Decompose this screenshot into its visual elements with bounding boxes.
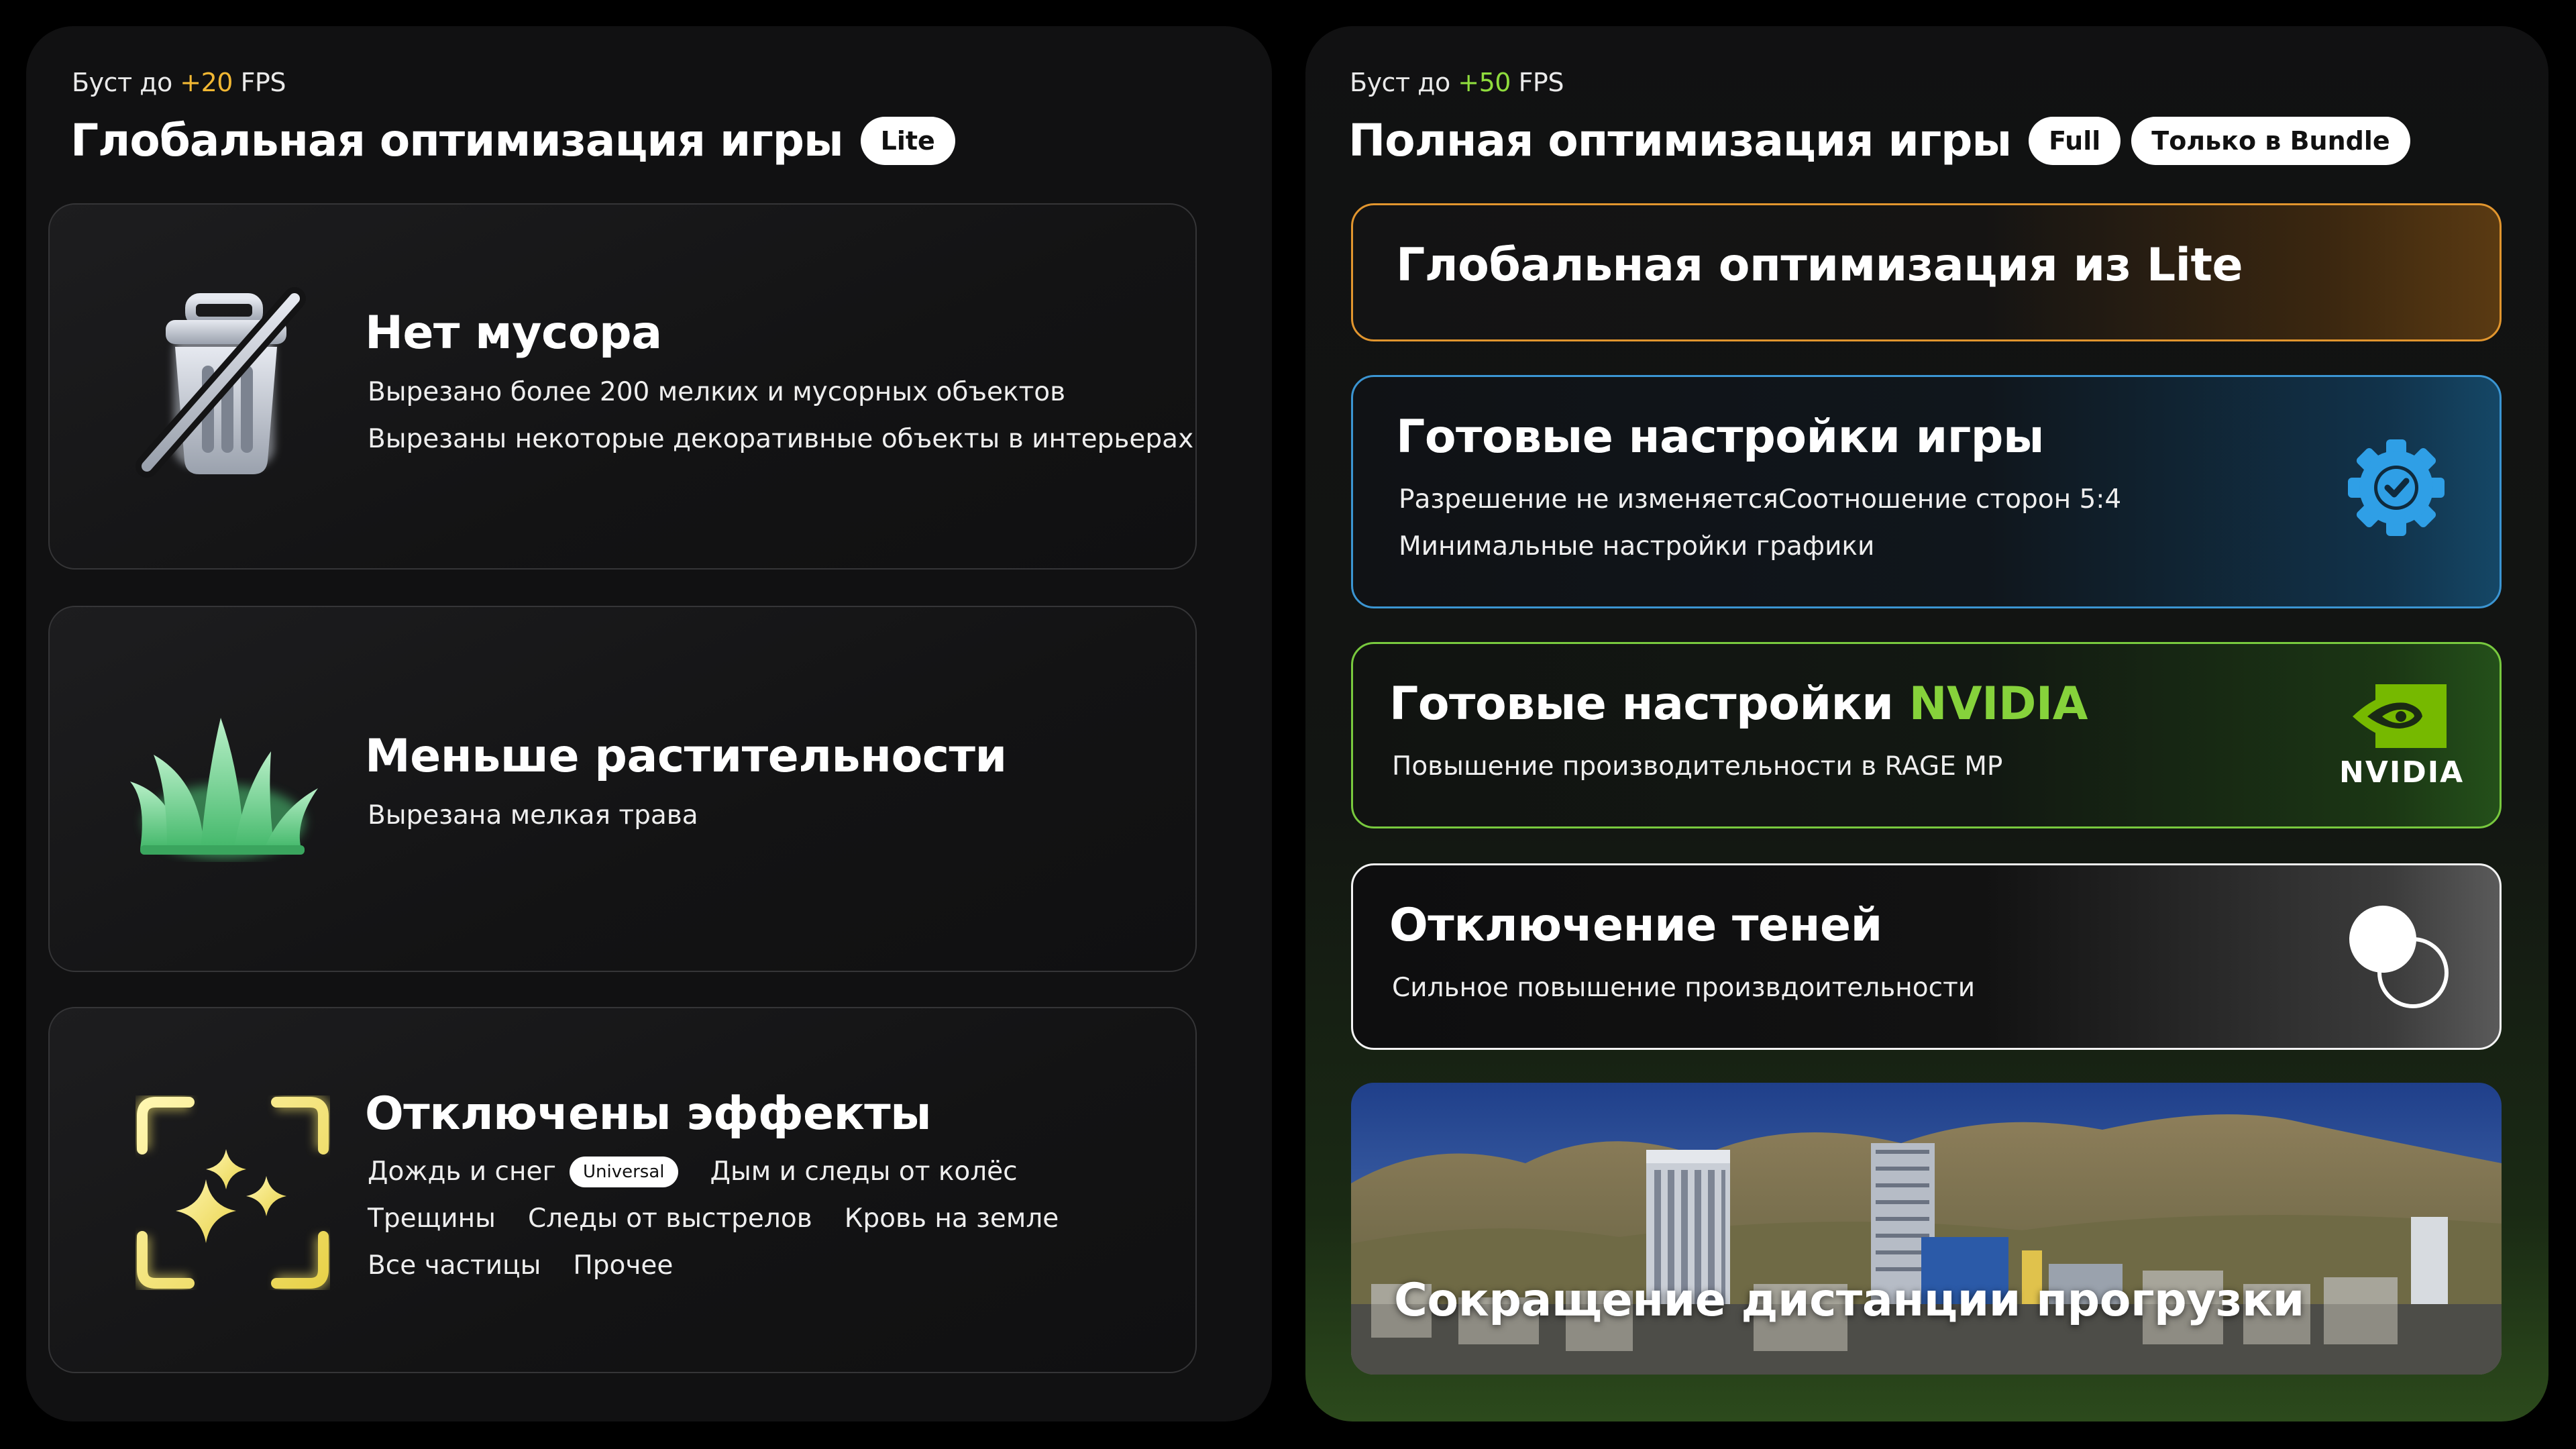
effect-tag: Прочее — [573, 1250, 674, 1281]
card-effects-disabled: Отключены эффекты Дождь и снег Universal… — [48, 1007, 1197, 1373]
boost-value: +50 — [1458, 68, 1511, 97]
card-title: Меньше растительности — [365, 730, 1007, 783]
card-line: Повышение производительности в RAGE MP — [1392, 751, 2003, 782]
card-line: Разрешение не изменяется — [1399, 484, 1778, 515]
effect-tag: Кровь на земле — [844, 1203, 1059, 1234]
panel-title: Глобальная оптимизация игры Lite — [70, 115, 955, 166]
effect-tag: Все частицы — [368, 1250, 541, 1281]
card-title: Глобальная оптимизация из Lite — [1396, 239, 2243, 292]
effect-tag: Дождь и снег Universal — [368, 1156, 678, 1188]
boost-value: +20 — [180, 68, 233, 97]
lite-badge: Lite — [860, 116, 955, 165]
card-title: Нет мусора — [365, 307, 662, 360]
nvidia-wordmark: NVIDIA — [2339, 755, 2465, 790]
card-line: Минимальные настройки графики — [1399, 531, 1875, 561]
grass-icon — [127, 714, 321, 865]
card-game-presets: Готовые настройки игры Разрешение не изм… — [1351, 375, 2502, 608]
effect-tag: Дым и следы от колёс — [710, 1157, 1018, 1187]
effects-tag-list: Дождь и снег Universal Дым и следы от ко… — [368, 1156, 1173, 1282]
card-line: Вырезана мелкая трава — [368, 800, 698, 830]
card-line: Сильное повышение произвдоительности — [1392, 973, 1976, 1003]
trash-crossed-icon — [133, 285, 321, 489]
nvidia-logo-icon: NVIDIA — [2339, 684, 2465, 790]
full-badge: Full — [2029, 116, 2121, 165]
card-lite-global: Глобальная оптимизация из Lite — [1351, 203, 2502, 341]
card-title: Готовые настройки игры — [1396, 411, 2044, 464]
card-title: Сокращение дистанции прогрузки — [1394, 1274, 2304, 1327]
boost-label: Буст до +50 FPS — [1350, 68, 1564, 97]
card-line: Соотношение сторон 5:4 — [1778, 484, 2122, 515]
effect-tag: Следы от выстрелов — [527, 1203, 812, 1234]
card-line: Вырезано более 200 мелких и мусорных объ… — [368, 377, 1066, 407]
card-shadows-off: Отключение теней Сильное повышение произ… — [1351, 863, 2502, 1050]
card-draw-distance: Сокращение дистанции прогрузки — [1351, 1083, 2502, 1375]
card-nvidia-presets: Готовые настройки NVIDIA Повышение произ… — [1351, 642, 2502, 828]
card-title: Отключение теней — [1389, 899, 1882, 952]
card-less-vegetation: Меньше растительности Вырезана мелкая тр… — [48, 606, 1197, 972]
boost-label: Буст до +20 FPS — [72, 68, 286, 97]
card-title: Отключены эффекты — [365, 1087, 932, 1140]
shadow-circles-icon — [2346, 902, 2460, 1019]
bundle-badge: Только в Bundle — [2131, 116, 2410, 165]
panel-title: Полная оптимизация игры Full Только в Bu… — [1348, 115, 2410, 166]
card-no-trash: Нет мусора Вырезано более 200 мелких и м… — [48, 203, 1197, 570]
universal-badge: Universal — [569, 1157, 678, 1187]
card-line: Вырезаны некоторые декоративные объекты … — [368, 424, 1194, 454]
effect-tag: Трещины — [368, 1203, 496, 1234]
nvidia-highlight: NVIDIA — [1909, 678, 2088, 731]
city-skyline-image — [1351, 1083, 2502, 1375]
sparkles-frame-icon — [133, 1093, 332, 1293]
card-title: Готовые настройки NVIDIA — [1389, 678, 2088, 731]
gear-check-icon — [2346, 437, 2447, 541]
